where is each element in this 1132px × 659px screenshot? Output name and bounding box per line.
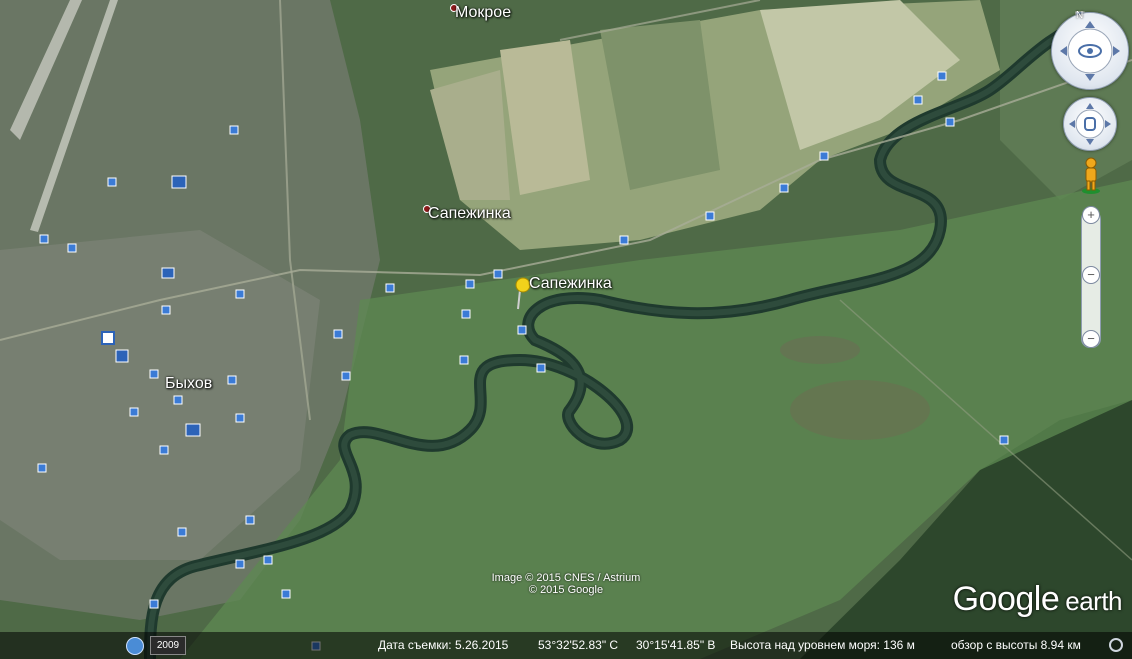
zoom-in-button[interactable]: +	[1082, 206, 1100, 224]
eye-altitude: обзор с высоты 8.94 км	[951, 638, 1081, 652]
imagery-date: Дата съемки: 5.26.2015	[378, 638, 509, 652]
longitude: 30°15'41.85" В	[636, 638, 716, 652]
credit-line-1: Image © 2015 CNES / Astrium	[491, 572, 641, 584]
move-control[interactable]	[1063, 97, 1117, 151]
place-label-bykhov[interactable]: Быхов	[165, 375, 212, 393]
placemark-label-sapezhinka[interactable]: Сапежинка	[529, 275, 612, 293]
place-label-sapezhinka[interactable]: Сапежинка	[428, 205, 511, 223]
north-indicator[interactable]: N	[1076, 10, 1086, 21]
place-label-mokroe[interactable]: Мокрое	[455, 4, 511, 22]
zoom-out-button[interactable]: −	[1082, 330, 1100, 348]
latitude: 53°32'52.83" С	[538, 638, 619, 652]
street-view-pegman-icon[interactable]	[1080, 157, 1102, 195]
imagery-credit: Image © 2015 CNES / Astrium © 2015 Googl…	[466, 572, 666, 596]
google-earth-logo: Google earth	[952, 580, 1123, 619]
historical-year[interactable]: 2009	[150, 636, 186, 655]
satellite-map[interactable]	[0, 0, 1132, 659]
logo-google-text: Google	[952, 580, 1060, 618]
elevation: Высота над уровнем моря: 136 м	[730, 638, 915, 652]
historical-imagery-control[interactable]: 2009	[126, 635, 186, 655]
logo-earth-text: earth	[1065, 586, 1122, 616]
look-around-control[interactable]	[1051, 12, 1129, 90]
hand-icon	[1069, 103, 1111, 145]
status-bar: 2009 Дата съемки: 5.26.2015 53°32'52.83"…	[0, 632, 1132, 659]
clock-icon[interactable]	[126, 637, 144, 655]
zoom-slider-handle[interactable]: −	[1082, 266, 1100, 284]
streaming-indicator-icon	[1109, 638, 1123, 652]
eye-icon	[1060, 21, 1120, 81]
credit-line-2: © 2015 Google	[528, 584, 604, 596]
